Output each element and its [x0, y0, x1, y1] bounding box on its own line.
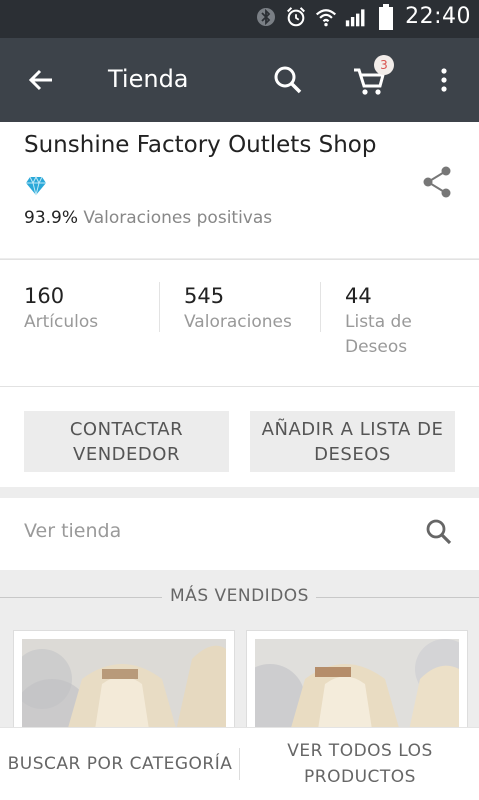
shop-search-input[interactable]: Ver tienda: [24, 520, 121, 542]
product-image[interactable]: [22, 639, 226, 741]
stat-value: 545: [184, 284, 225, 308]
bottom-bar: BUSCAR POR CATEGORÍA VER TODOS LOS PRODU…: [0, 727, 479, 800]
product-card[interactable]: [13, 630, 235, 742]
search-icon[interactable]: [268, 60, 308, 100]
product-image[interactable]: [255, 639, 459, 741]
shop-header: Sunshine Factory Outlets Shop 93.9% Valo…: [0, 122, 479, 258]
divider: [239, 748, 240, 780]
shop-name: Sunshine Factory Outlets Shop: [24, 132, 377, 158]
wifi-icon: [315, 5, 337, 29]
signal-icon: [345, 5, 367, 29]
search-icon[interactable]: [422, 514, 456, 550]
stat-items[interactable]: 160 Artículos: [24, 284, 98, 335]
more-vert-icon[interactable]: [430, 60, 458, 100]
share-icon[interactable]: [420, 164, 454, 200]
browse-category-button[interactable]: BUSCAR POR CATEGORÍA: [0, 728, 240, 800]
stat-ratings[interactable]: 545 Valoraciones: [184, 284, 292, 335]
best-sellers-header: MÁS VENDIDOS: [0, 582, 479, 612]
view-all-products-button[interactable]: VER TODOS LOS PRODUCTOS: [241, 728, 479, 800]
stat-value: 44: [345, 284, 372, 308]
back-arrow-icon[interactable]: [22, 60, 62, 100]
stat-label: Lista de Deseos: [345, 312, 412, 357]
rating-percent: 93.9%: [24, 208, 79, 228]
shop-search[interactable]: Ver tienda: [0, 498, 479, 570]
status-bar: 22:40: [0, 0, 479, 38]
shop-actions: CONTACTAR VENDEDOR AÑADIR A LISTA DE DES…: [0, 386, 479, 487]
battery-icon: [375, 3, 397, 30]
divider: [159, 282, 160, 332]
stat-label: Valoraciones: [184, 312, 292, 332]
add-to-wishlist-button[interactable]: AÑADIR A LISTA DE DESEOS: [250, 411, 455, 472]
positive-rating: 93.9% Valoraciones positivas: [24, 208, 272, 228]
alarm-icon: [285, 5, 307, 29]
section-title: MÁS VENDIDOS: [170, 586, 309, 606]
clock: 22:40: [405, 4, 471, 29]
diamond-icon: [24, 175, 48, 196]
stat-value: 160: [24, 284, 65, 308]
divider: [320, 282, 321, 332]
stat-wishlist[interactable]: 44 Lista de Deseos: [345, 284, 435, 360]
bluetooth-icon: [255, 5, 277, 29]
cart-count-badge: 3: [374, 55, 394, 75]
page-title: Tienda: [108, 65, 189, 93]
stat-label: Artículos: [24, 312, 99, 332]
shop-stats: 160 Artículos 545 Valoraciones 44 Lista …: [0, 259, 479, 386]
contact-seller-button[interactable]: CONTACTAR VENDEDOR: [24, 411, 229, 472]
product-card[interactable]: [246, 630, 468, 742]
app-bar: Tienda 3: [0, 38, 479, 122]
rating-label: Valoraciones positivas: [83, 208, 273, 228]
